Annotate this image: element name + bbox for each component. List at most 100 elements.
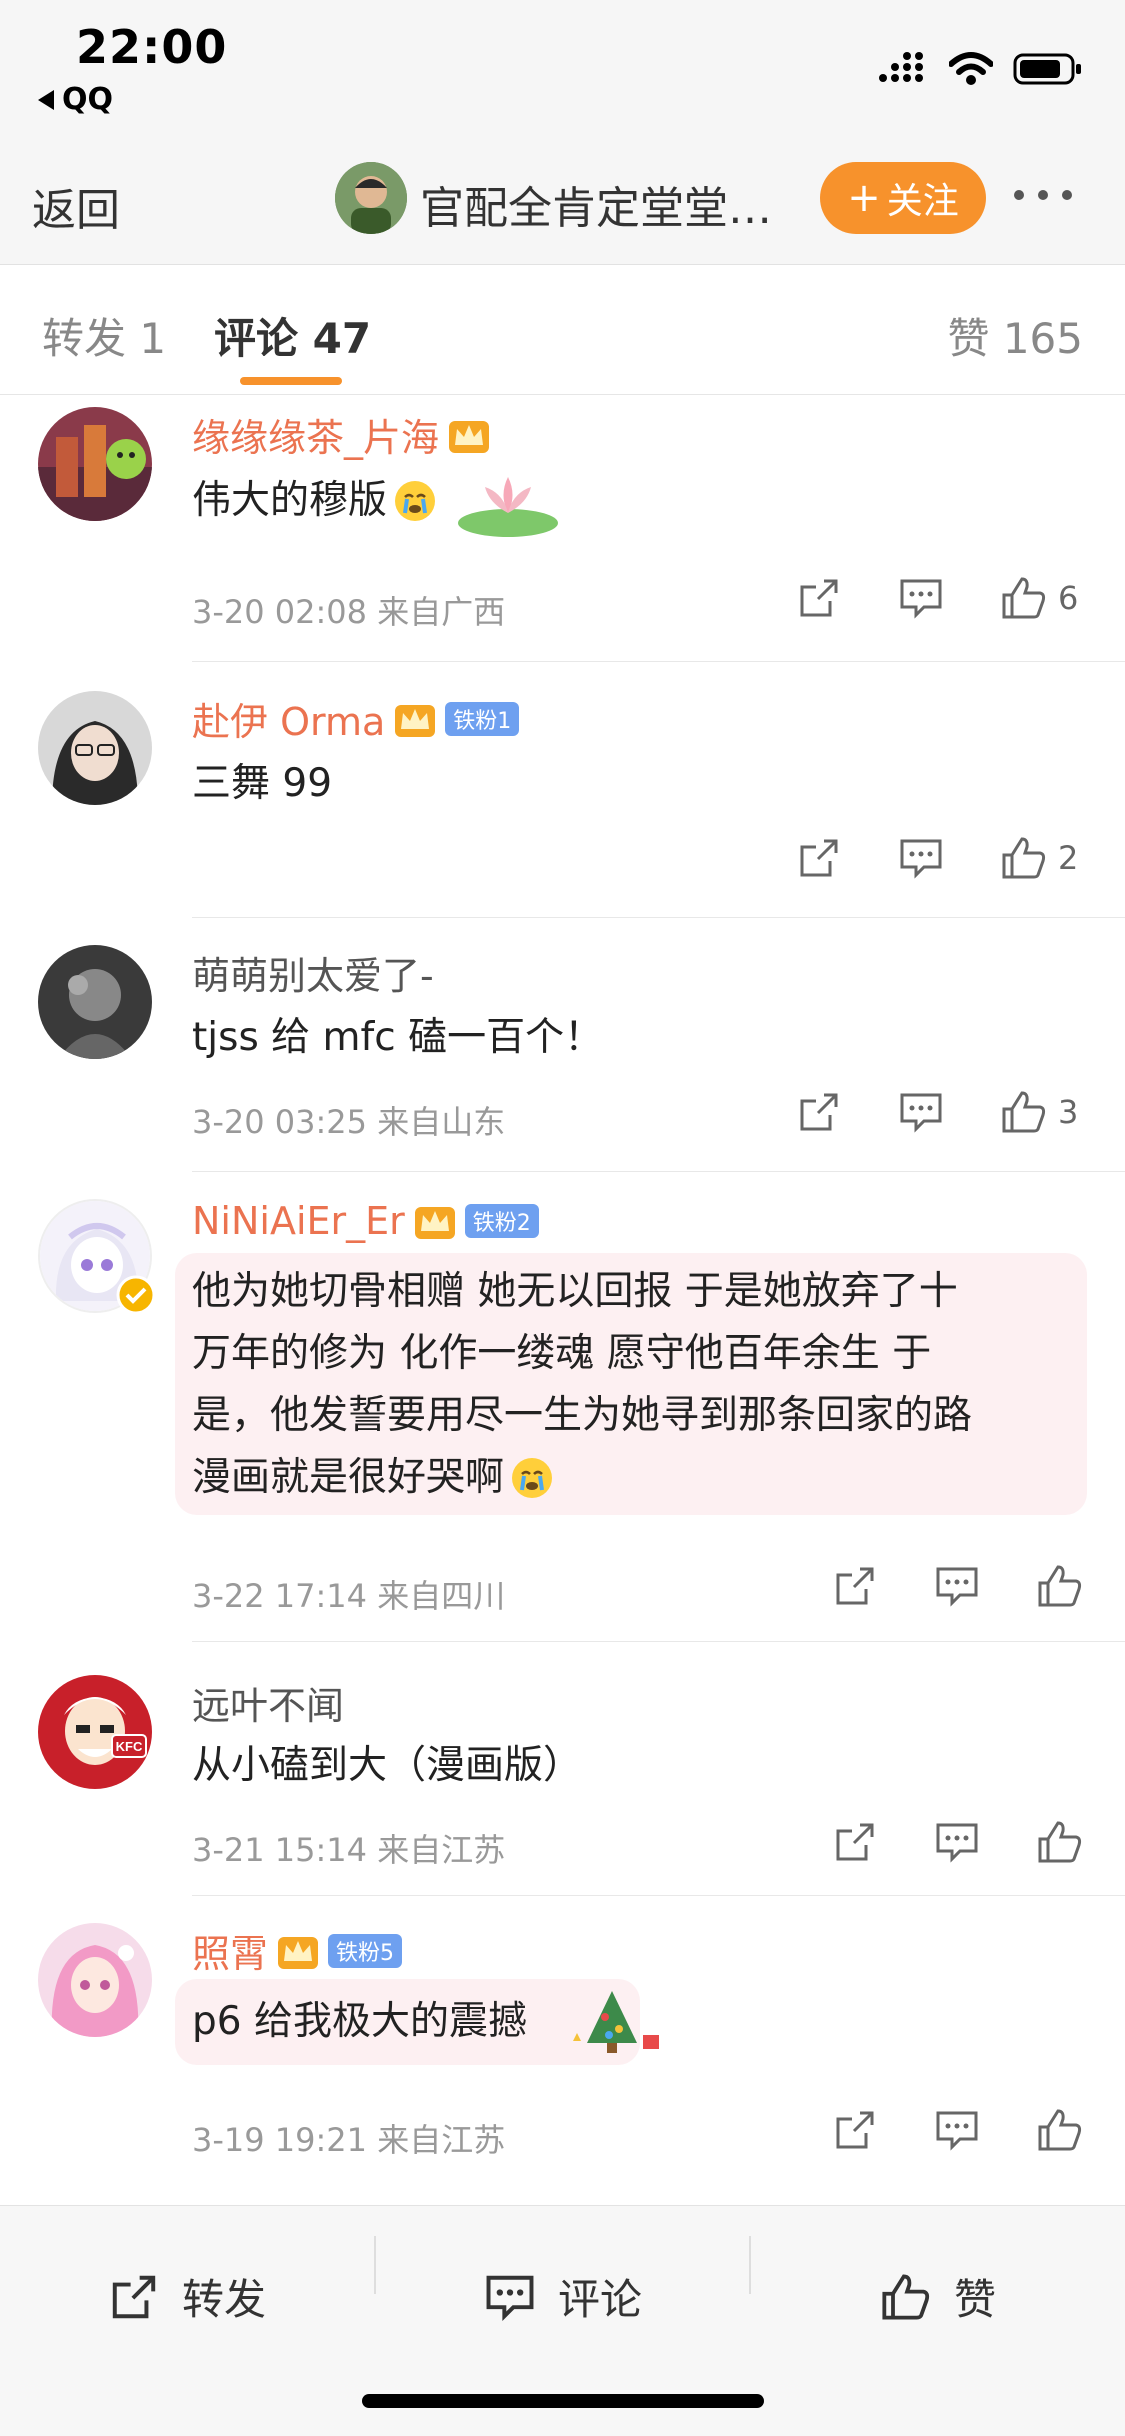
avatar[interactable] — [38, 407, 152, 521]
comment-icon — [486, 2275, 534, 2321]
toolbar-separator — [749, 2236, 751, 2294]
share-icon[interactable] — [832, 1563, 878, 1609]
more-options-button[interactable] — [1014, 190, 1072, 200]
comment-meta: 3-22 17:14 来自四川 — [192, 1577, 506, 1615]
avatar[interactable] — [38, 1923, 152, 2037]
like-count: 2 — [1058, 839, 1079, 877]
comment-icon[interactable] — [934, 1563, 980, 1609]
like-button[interactable]: 6 — [1000, 575, 1078, 621]
comment-meta: 3-20 03:25 来自山东 — [192, 1103, 506, 1141]
avatar[interactable] — [38, 945, 152, 1059]
lotus-sticker-icon — [458, 477, 559, 537]
comment-username[interactable]: NiNiAiEr_Er 铁粉2 — [192, 1199, 539, 1243]
content-line: 他为她切骨相赠 她无以回报 于是她放弃了十 — [192, 1269, 958, 1314]
like-icon — [1002, 1091, 1046, 1133]
back-arrow-icon — [38, 89, 54, 110]
comment-content: 从小磕到大（漫画版） — [192, 1743, 583, 1788]
share-icon[interactable] — [796, 575, 842, 621]
crown-icon — [278, 1936, 319, 1969]
content-line: 万年的修为 化作一缕魂 愿守他百年余生 于 — [192, 1331, 932, 1376]
crying-emoji-icon — [395, 481, 436, 521]
active-tab-indicator — [240, 377, 342, 385]
like-button[interactable]: 赞 — [880, 2266, 996, 2327]
comment-item: KFC 远叶不闻 从小磕到大（漫画版） 3-21 15:14 来自江苏 — [0, 1643, 1125, 1897]
like-count: 6 — [1058, 579, 1079, 617]
avatar[interactable]: KFC — [38, 1675, 152, 1789]
like-icon[interactable] — [1036, 1819, 1084, 1865]
more-dot — [1038, 190, 1048, 200]
comment-item: NiNiAiEr_Er 铁粉2 他为她切骨相赠 她无以回报 于是她放弃了十 万年… — [0, 1173, 1125, 1643]
tabs-bar: 转发 1 评论 47 赞 165 — [0, 265, 1125, 395]
comment-username[interactable]: 赴伊 Orma 铁粉1 — [192, 691, 520, 746]
crown-icon — [414, 1207, 455, 1239]
comment-content: tjss 给 mfc 磕一百个！ — [192, 1015, 604, 1060]
comment-meta: 3-19 19:21 来自江苏 — [192, 2121, 506, 2159]
like-icon — [1002, 577, 1046, 619]
back-button[interactable]: 返回 — [32, 174, 120, 238]
status-bar: 22:00 QQ — [0, 0, 1125, 150]
like-icon — [1002, 837, 1046, 879]
like-button[interactable]: 3 — [1000, 1089, 1078, 1135]
comment-button[interactable]: 评论 — [484, 2266, 642, 2327]
comment-label: 评论 — [558, 2275, 643, 2324]
fan-badge: 铁粉5 — [328, 1933, 403, 1968]
comment-meta: 3-20 02:08 来自广西 — [192, 593, 506, 631]
share-icon[interactable] — [796, 835, 842, 881]
follow-label: 关注 — [886, 181, 959, 222]
comment-content: 伟大的穆版 — [192, 461, 563, 541]
share-icon[interactable] — [796, 1089, 842, 1135]
christmas-tree-sticker-icon — [572, 1991, 659, 2053]
comment-actions: 3 — [796, 1089, 1078, 1135]
home-indicator[interactable] — [362, 2394, 764, 2408]
content-line-last: 漫画就是很好哭啊 — [192, 1447, 1072, 1509]
share-icon[interactable] — [832, 1819, 878, 1865]
back-app-label: QQ — [62, 82, 114, 117]
like-icon[interactable] — [1036, 2107, 1084, 2153]
comment-item: 赴伊 Orma 铁粉1 三舞 99 2 — [0, 665, 1125, 919]
like-button[interactable]: 2 — [1000, 835, 1078, 881]
comment-actions: 6 — [796, 575, 1078, 621]
comment-icon[interactable] — [934, 1819, 980, 1865]
wifi-icon — [949, 52, 993, 85]
verified-icon — [116, 1275, 156, 1315]
author-avatar[interactable] — [335, 162, 407, 234]
divider — [192, 1171, 1125, 1172]
follow-button[interactable]: + 关注 — [820, 162, 986, 234]
like-label: 赞 — [954, 2275, 997, 2324]
crying-emoji-icon — [512, 1458, 553, 1498]
nav-title: 官配全肯定堂堂… — [420, 183, 772, 234]
content-line: 是，他发誓要用尽一生为她寻到那条回家的路 — [192, 1393, 973, 1438]
like-icon[interactable] — [1036, 1563, 1084, 1609]
divider — [192, 661, 1125, 662]
back-to-app-button[interactable]: QQ — [38, 82, 113, 117]
status-time: 22:00 — [76, 20, 228, 74]
toolbar-separator — [374, 2236, 376, 2294]
nav-bar: 返回 官配全肯定堂堂… + 关注 — [0, 150, 1125, 265]
comment-item: 萌萌别太爱了- tjss 给 mfc 磕一百个！ 3-20 03:25 来自山东… — [0, 919, 1125, 1173]
comment-icon[interactable] — [898, 835, 944, 881]
comment-username[interactable]: 照霄 铁粉5 — [192, 1923, 403, 1978]
comment-icon[interactable] — [934, 2107, 980, 2153]
comment-username[interactable]: 远叶不闻 — [192, 1675, 344, 1730]
fan-badge: 铁粉2 — [464, 1204, 539, 1238]
status-icons — [879, 52, 1083, 86]
share-icon[interactable] — [832, 2107, 878, 2153]
avatar[interactable] — [38, 691, 152, 805]
comment-content: 他为她切骨相赠 她无以回报 于是她放弃了十 万年的修为 化作一缕魂 愿守他百年余… — [192, 1261, 1072, 1509]
tab-likes[interactable]: 赞 165 — [947, 305, 1083, 366]
comment-content: 三舞 99 — [192, 761, 333, 806]
like-count: 3 — [1058, 1093, 1079, 1131]
plus-icon: + — [847, 175, 881, 221]
divider — [192, 917, 1125, 918]
like-icon — [882, 2274, 930, 2319]
repost-label: 转发 — [182, 2275, 267, 2324]
repost-button[interactable]: 转发 — [108, 2266, 266, 2327]
divider — [192, 1895, 1125, 1896]
tab-repost[interactable]: 转发 1 — [42, 305, 166, 366]
comment-username[interactable]: 缘缘缘茶_片海 — [192, 407, 491, 462]
share-icon — [112, 2275, 156, 2318]
comment-icon[interactable] — [898, 575, 944, 621]
tab-comments[interactable]: 评论 47 — [214, 305, 371, 366]
comment-username[interactable]: 萌萌别太爱了- — [192, 945, 434, 1000]
comment-icon[interactable] — [898, 1089, 944, 1135]
